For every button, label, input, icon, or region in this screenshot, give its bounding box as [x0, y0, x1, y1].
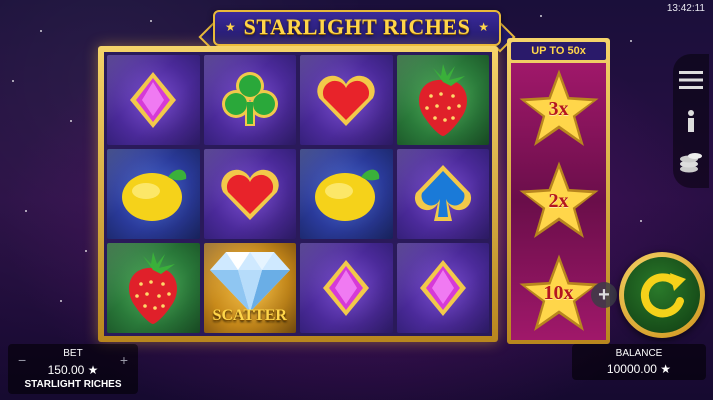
multiplier-value: 2x — [548, 189, 569, 212]
spade-icon — [414, 165, 471, 221]
multiplier-star: 3x — [516, 66, 602, 152]
reel-cell-heart — [300, 55, 393, 145]
balance-value: 10000.00 ★ — [606, 362, 672, 376]
diamond-icon — [323, 260, 370, 316]
reel-cell-diamond — [107, 55, 200, 145]
lemon-icon — [122, 169, 187, 221]
spin-arrow-icon — [640, 273, 686, 318]
bet-panel: − + BET 150.00 ★ STARLIGHT RICHES — [8, 344, 138, 394]
multiplier-star: 2x — [516, 158, 602, 244]
balance-label: BALANCE — [615, 348, 663, 359]
bet-label: BET — [63, 348, 83, 359]
reel-cell-diamond — [300, 243, 393, 333]
reel-grid: SCATTER — [104, 52, 492, 336]
lemon-icon — [315, 169, 380, 221]
game-title-banner: ★ ★ STARLIGHT RICHES — [198, 6, 516, 53]
reel-cell-strawberry — [396, 55, 489, 145]
reel-cell-heart — [203, 149, 296, 239]
heart-icon — [317, 75, 375, 126]
multiplier-header: UP TO 50x — [511, 42, 606, 60]
diamond-icon — [130, 72, 177, 128]
clock: 13:42:11 — [666, 3, 705, 14]
spin-button[interactable] — [619, 252, 705, 338]
reel-cell-club — [203, 55, 296, 145]
bet-game-name: STARLIGHT RICHES — [24, 379, 122, 390]
gem-diamond-icon — [209, 252, 290, 312]
diamond-icon — [419, 260, 466, 316]
reel-cell-lemon — [107, 149, 200, 239]
menu-icon[interactable] — [679, 68, 703, 92]
multiplier-value: 3x — [548, 97, 569, 120]
star-icon: ★ — [478, 20, 489, 34]
club-icon — [221, 72, 278, 126]
reels-frame: SCATTER — [98, 46, 498, 342]
game-title: STARLIGHT RICHES — [243, 14, 471, 39]
strawberry-icon — [418, 64, 467, 136]
balance-panel: BALANCE 10000.00 ★ — [572, 344, 706, 380]
multiplier-star: 10x — [516, 251, 602, 337]
scatter-label: SCATTER — [212, 307, 287, 324]
reel-cell-scatter: SCATTER — [203, 243, 296, 333]
reel-cell-diamond — [396, 243, 489, 333]
strawberry-icon — [129, 252, 178, 324]
autoplay-plus-button[interactable]: + — [591, 282, 617, 308]
coins-icon[interactable] — [679, 150, 703, 174]
star-icon: ★ — [225, 20, 236, 34]
info-icon[interactable] — [679, 109, 703, 133]
reel-cell-lemon — [300, 149, 393, 239]
bet-value: 150.00 ★ — [47, 363, 99, 377]
reel-cell-spade — [396, 149, 489, 239]
reel-cell-strawberry — [107, 243, 200, 333]
heart-icon — [221, 169, 279, 220]
side-menu — [673, 54, 709, 188]
multiplier-value: 10x — [543, 282, 574, 305]
